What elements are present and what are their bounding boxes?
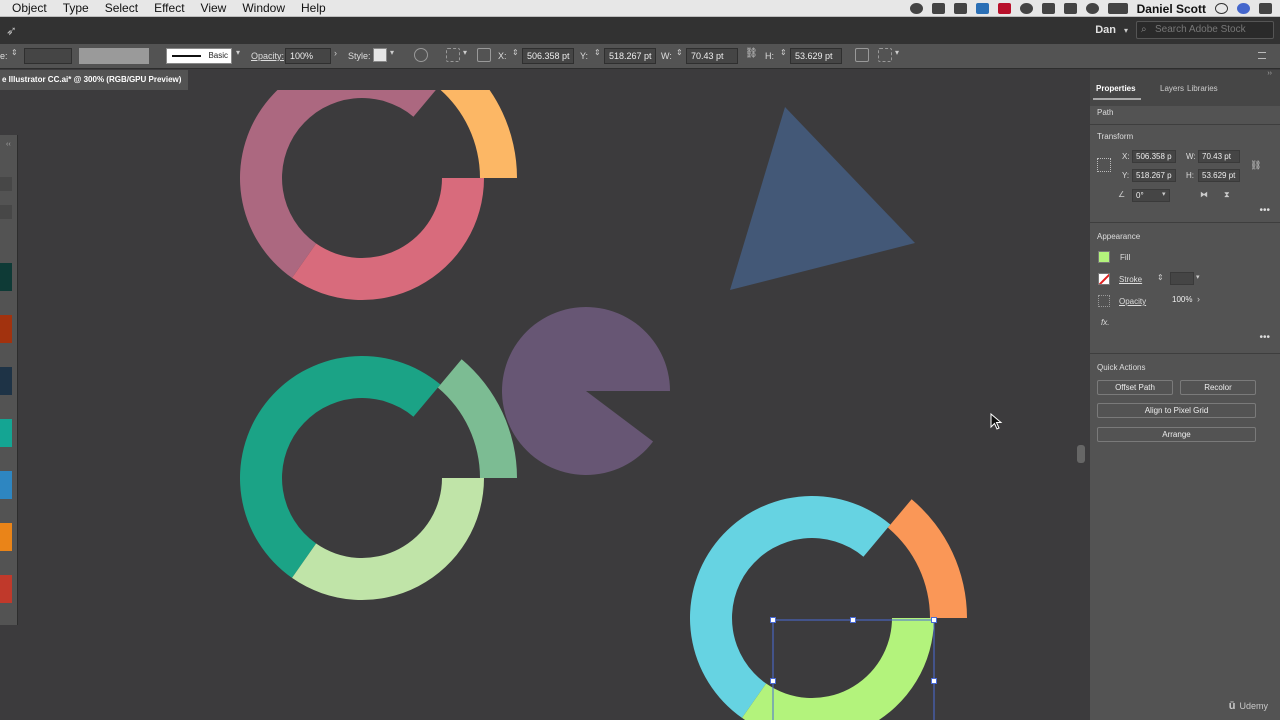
tab-properties[interactable]: Properties [1096,84,1136,93]
active-tab-indicator [1093,98,1141,100]
vertical-scrollbar[interactable] [1076,90,1086,720]
stroke-swatch[interactable] [1098,273,1110,285]
swatch[interactable] [0,263,12,291]
scrollbar-thumb[interactable] [1077,445,1085,463]
swatch[interactable] [0,419,12,447]
opacity-field[interactable]: 100% [1169,294,1195,307]
swatch[interactable] [0,523,12,551]
y-label: Y: [1122,171,1130,180]
panel-collapse-icon[interactable]: ‹‹ [6,141,11,148]
rotate-icon: ∠ [1118,190,1126,199]
workspace-switcher[interactable]: Dan [1095,24,1116,36]
selection-handle[interactable] [931,678,937,684]
arrange-button[interactable]: Arrange [1097,427,1256,442]
opacity-label[interactable]: Opacity [1119,297,1146,306]
notification-center-icon[interactable] [1259,3,1272,14]
selection-handle[interactable] [770,678,776,684]
panel-menu-icon[interactable] [1258,52,1266,59]
more-options-icon[interactable]: ••• [1259,205,1270,216]
quick-actions-title: Quick Actions [1097,363,1146,372]
swatch[interactable] [0,367,12,395]
fill-label: Fill [1120,253,1131,262]
offset-path-button[interactable]: Offset Path [1097,380,1173,395]
swatch-slot[interactable] [0,205,12,219]
properties-panel: ›› Properties Layers Libraries Path Tran… [1090,70,1280,720]
user-name[interactable]: Daniel Scott [1137,2,1206,16]
triangle-shape[interactable] [730,107,915,290]
divider [1090,222,1280,223]
battery-icon[interactable] [1107,3,1128,14]
divider [1090,353,1280,354]
ring-pink-segment[interactable] [292,178,484,300]
w-label: W: [1186,152,1196,161]
y-field[interactable]: 518.267 p [1132,169,1176,182]
swatch[interactable] [0,315,12,343]
panel-tabs: ›› Properties Layers Libraries [1090,70,1280,106]
divider [1090,124,1280,125]
appearance-title: Appearance [1097,232,1141,241]
volume-icon[interactable] [1085,3,1099,14]
swatch-slot[interactable] [0,177,12,191]
chevron-down-icon[interactable]: ▾ [1196,273,1200,281]
ring-coral-arc[interactable] [887,499,967,618]
fx-icon[interactable]: fx. [1101,318,1109,327]
w-field[interactable]: 70.43 pt [1198,150,1240,163]
constrain-link-icon[interactable]: ⛓ [1250,160,1261,171]
chevron-down-icon[interactable]: ▾ [1124,26,1128,35]
selection-handle[interactable] [931,617,937,623]
x-field[interactable]: 506.358 p [1132,150,1176,163]
mouse-cursor [990,413,1003,430]
recolor-button[interactable]: Recolor [1180,380,1256,395]
transform-title: Transform [1097,132,1134,141]
stepper-icon[interactable]: ⇕ [1157,273,1164,282]
h-label: H: [1186,171,1194,180]
chevron-down-icon[interactable]: ▾ [1162,190,1166,198]
artboard [239,59,967,720]
swatch[interactable] [0,575,12,603]
fill-swatch[interactable] [1098,251,1110,263]
selection-handle[interactable] [850,617,856,623]
flip-horizontal-icon[interactable]: ⧓ [1200,190,1208,199]
more-options-icon[interactable]: ••• [1259,332,1270,343]
swatches-panel: ‹‹ [0,135,18,625]
opacity-icon [1098,295,1110,307]
stroke-label[interactable]: Stroke [1119,275,1142,284]
h-field[interactable]: 53.629 pt [1198,169,1240,182]
x-label: X: [1122,152,1130,161]
chevron-right-icon[interactable]: › [1197,294,1200,304]
ring-pale-green-segment[interactable] [292,478,484,600]
object-type: Path [1097,108,1114,117]
selection-handle[interactable] [770,617,776,623]
stock-search-input[interactable]: Search Adobe Stock [1136,21,1274,39]
panel-collapse-icon[interactable]: ›› [1267,70,1272,77]
pacman-shape[interactable] [502,307,670,475]
ring-lime-segment[interactable] [742,618,934,720]
tab-layers[interactable]: Layers [1160,84,1184,93]
siri-icon[interactable] [1237,3,1250,14]
ring-orange-arc[interactable] [438,59,517,178]
align-pixel-grid-button[interactable]: Align to Pixel Grid [1097,403,1256,418]
udemy-watermark: ū Udemy [1229,700,1268,712]
tab-libraries[interactable]: Libraries [1187,84,1218,93]
swatch[interactable] [0,471,12,499]
spotlight-icon[interactable] [1215,3,1228,14]
watermark-text: Udemy [1239,701,1268,711]
flip-vertical-icon[interactable]: ⧗ [1224,190,1230,200]
udemy-logo-icon: ū [1228,700,1236,712]
reference-point-icon[interactable] [1097,158,1111,172]
stroke-weight-field[interactable] [1170,272,1194,285]
